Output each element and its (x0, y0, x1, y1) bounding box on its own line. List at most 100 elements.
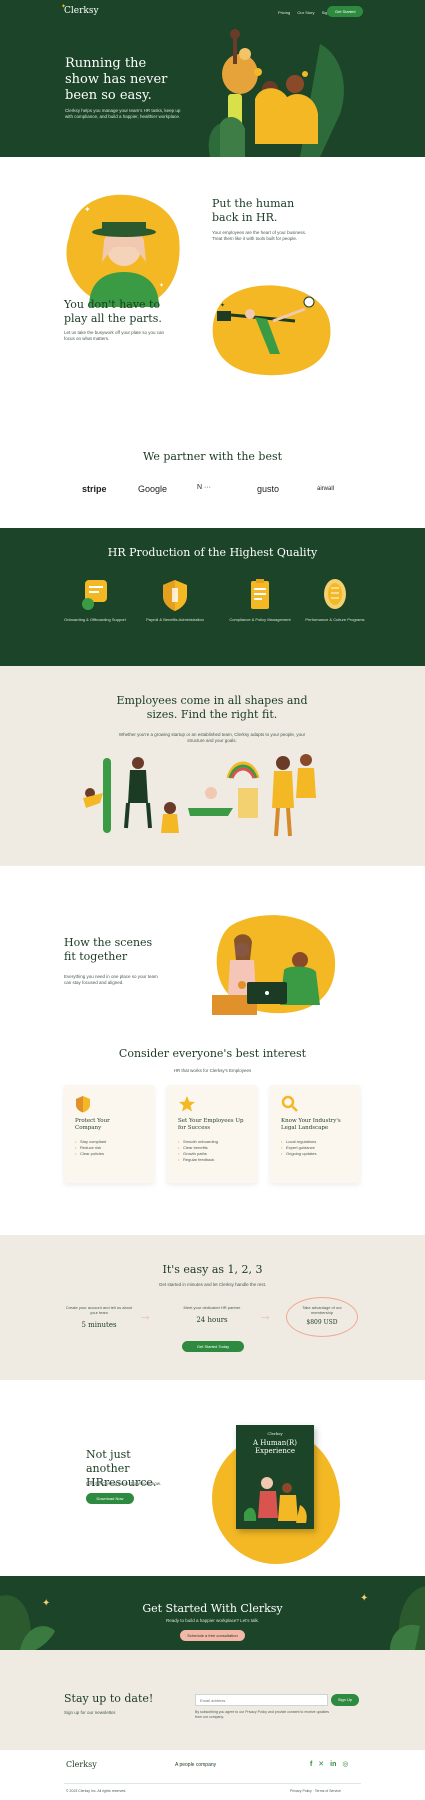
feature-section: ✦ ✦ Put the human back in HR. Your emplo… (0, 157, 425, 440)
notion-logo: N ··· (197, 484, 211, 491)
hero-title: Running the show has never been so easy. (65, 56, 168, 103)
google-logo: Google (138, 484, 168, 494)
newsletter-fine-print: By subscribing you agree to our Privacy … (195, 1710, 330, 1719)
parts-title: You don't have to play all the parts. (64, 298, 162, 325)
quality-section: HR Production of the Highest Quality Onb… (0, 528, 425, 666)
quality-item: Payroll & Benefits Administration (140, 578, 210, 622)
quality-item-label: Performance & Culture Programs (305, 617, 365, 622)
book-title: A Human(R) Experience (253, 1439, 297, 1455)
bullet: Regular feedback (178, 1157, 253, 1163)
hero-section: ✦ Clerksy Pricing Our Story Sign in Get … (0, 0, 425, 157)
interest-card: Set Your Employees Up for Success Smooth… (167, 1085, 257, 1183)
clipboard-icon (251, 579, 269, 609)
book-cover[interactable]: Clerksy A Human(R) Experience (236, 1425, 314, 1529)
interest-card: Protect Your Company Stay compliant Redu… (64, 1085, 154, 1183)
facebook-icon[interactable]: f (310, 1761, 312, 1768)
interest-card-title: Protect Your Company (75, 1118, 110, 1131)
parts-body: Let us take the busywork off your plate … (64, 330, 164, 341)
svg-text:✦: ✦ (159, 282, 164, 289)
gusto-logo: gusto (257, 484, 280, 494)
interest-section: Consider everyone's best interest HR tha… (0, 1030, 425, 1235)
human-title: Put the human back in HR. (212, 197, 295, 224)
book-brand: Clerksy (267, 1431, 283, 1436)
step-label: Meet your dedicated HR partner (183, 1305, 241, 1310)
quality-item-label: Onboarding & Offboarding Support (64, 617, 126, 622)
quality-item: Compliance & Policy Management (225, 578, 295, 622)
step-item: Meet your dedicated HR partner 24 hours (172, 1305, 252, 1324)
quality-item: Performance & Culture Programs (300, 578, 370, 622)
getstarted-title: Get Started With Clerksy (142, 1602, 283, 1615)
partners-section: We partner with the best stripe Google N… (0, 440, 425, 528)
scenes-section: How the scenes fit together Everything y… (0, 866, 425, 1030)
step-value: 5 minutes (81, 1321, 117, 1329)
star-icon (179, 1096, 195, 1112)
hero-body: Clerksy helps you manage your team's HR … (65, 108, 181, 119)
resource-body: Get the Clerksy book. Download now. (86, 1481, 162, 1486)
shield-icon (163, 580, 187, 611)
signup-button[interactable]: Sign Up (331, 1694, 359, 1706)
footer: Clerksy A people company f ✕ in ◎ © 2023… (0, 1750, 425, 1800)
quality-item: Onboarding & Offboarding Support (60, 578, 130, 622)
airwallex-logo: airwall (317, 486, 335, 492)
footer-tagline: A people company (175, 1762, 217, 1768)
step-label: Create your account and tell us about yo… (65, 1305, 133, 1315)
quality-item-label: Compliance & Policy Management (229, 617, 291, 622)
footer-brand[interactable]: Clerksy (66, 1760, 97, 1769)
steps-cta-button[interactable]: Get Started Today (182, 1341, 244, 1352)
instagram-icon[interactable]: ◎ (342, 1761, 348, 1768)
steps-section: It's easy as 1, 2, 3 Get started in minu… (0, 1235, 425, 1380)
shapes-title: Employees come in all shapes and sizes. … (116, 694, 308, 721)
footer-divider (64, 1783, 361, 1784)
step-value: 24 hours (196, 1316, 228, 1324)
interest-card-title: Set Your Employees Up for Success (178, 1118, 244, 1131)
partners-title: We partner with the best (142, 450, 283, 463)
step-item: Take advantage of our membership $809 US… (286, 1297, 358, 1337)
newsletter-section: Stay up to date! Sign up for our newslet… (0, 1650, 425, 1750)
interest-card-bullets: Stay compliant Reduce risk Clear policie… (75, 1139, 150, 1157)
steps-subtitle: Get started in minutes and let Clerksy h… (158, 1282, 267, 1287)
arrow-icon: → (258, 1307, 272, 1323)
step-item: Create your account and tell us about yo… (64, 1305, 134, 1329)
interest-card-title: Know Your Industry's Legal Landscape (281, 1118, 341, 1131)
getstarted-section: ✦ ✦ Get Started With Clerksy Ready to bu… (0, 1576, 425, 1650)
shield-icon (76, 1096, 90, 1113)
getstarted-body: Ready to build a happier workplace? Let'… (166, 1618, 259, 1623)
hero-illustration (208, 29, 344, 157)
download-button[interactable]: Download Now (86, 1493, 134, 1504)
email-input[interactable] (195, 1694, 328, 1706)
interest-card-bullets: Local regulations Expert guidance Ongoin… (281, 1139, 356, 1157)
human-body: Your employees are the heart of your bus… (212, 230, 307, 241)
social-links: f ✕ in ◎ (310, 1760, 348, 1768)
stripe-logo: stripe (82, 484, 107, 494)
woman-hat-illustration: ✦ ✦ (66, 194, 180, 308)
svg-text:✦: ✦ (220, 302, 225, 309)
scenes-body: Everything you need in one place so your… (64, 974, 158, 985)
bullet: Ongoing updates (281, 1151, 356, 1157)
partner-logos: stripe Google N ··· gusto airwall (82, 484, 362, 498)
interest-card-bullets: Smooth onboarding Clear benefits Growth … (178, 1139, 253, 1163)
arrow-icon: → (138, 1307, 152, 1323)
svg-text:✦: ✦ (84, 205, 91, 214)
consultation-button[interactable]: Schedule a free consultation (180, 1630, 245, 1641)
footer-copyright: © 2023 Clerksy Inc. All rights reserved. (66, 1789, 127, 1793)
bullet: Clear policies (75, 1151, 150, 1157)
badge-icon (324, 579, 346, 609)
workers-illustration (212, 915, 336, 1015)
dancer-illustration: ✦ (212, 285, 331, 376)
quality-item-label: Payroll & Benefits Administration (146, 617, 204, 622)
brand-logo[interactable]: ✦ Clerksy (61, 3, 99, 16)
newsletter-body: Sign up for our newsletter. (64, 1710, 117, 1715)
linkedin-icon[interactable]: in (330, 1761, 336, 1768)
chat-icon (82, 580, 107, 610)
twitter-icon[interactable]: ✕ (318, 1761, 324, 1768)
quality-title: HR Production of the Highest Quality (107, 546, 318, 559)
shapes-body: Whether you're a growing startup or an e… (118, 732, 306, 743)
team-illustration (83, 754, 316, 837)
resource-section: Not just another HRresource. Get the Cle… (0, 1380, 425, 1576)
interest-subtitle: HR that works for Clerksy's Employees (173, 1068, 252, 1073)
step-value: $809 USD (306, 1319, 338, 1326)
footer-legal[interactable]: Privacy Policy · Terms of Service (290, 1788, 341, 1794)
interest-title: Consider everyone's best interest (118, 1047, 307, 1060)
book-illustration (244, 1477, 307, 1523)
steps-title: It's easy as 1, 2, 3 (162, 1263, 263, 1276)
